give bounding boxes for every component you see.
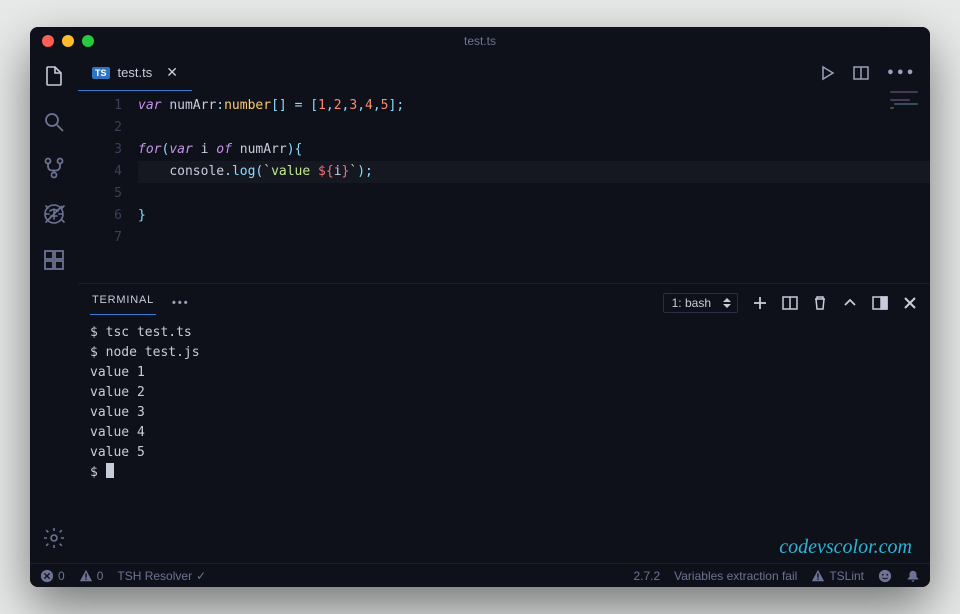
terminal-line: value 3 bbox=[90, 405, 145, 420]
editor-window: test.ts bbox=[30, 27, 930, 587]
line-number: 4 bbox=[78, 161, 122, 183]
line-number: 2 bbox=[78, 117, 122, 139]
more-actions-icon[interactable]: ••• bbox=[887, 66, 916, 81]
status-message[interactable]: Variables extraction fail bbox=[674, 569, 797, 583]
terminal-output[interactable]: $ tsc test.ts $ node test.js value 1 val… bbox=[78, 315, 930, 563]
line-number: 6 bbox=[78, 205, 122, 227]
status-warnings[interactable]: 0 bbox=[79, 569, 104, 583]
main-area: TS test.ts ✕ ••• 1 2 bbox=[78, 55, 930, 563]
code-editor[interactable]: 1 2 3 4 5 6 7 var numArr:number[] = [1,2… bbox=[78, 91, 930, 283]
window-body: TS test.ts ✕ ••• 1 2 bbox=[30, 55, 930, 563]
maximize-panel-icon[interactable] bbox=[842, 295, 858, 311]
status-tslint[interactable]: TSLint bbox=[811, 569, 864, 583]
status-version[interactable]: 2.7.2 bbox=[633, 569, 660, 583]
editor-actions: ••• bbox=[819, 55, 930, 91]
window-title: test.ts bbox=[30, 34, 930, 48]
status-feedback-icon[interactable] bbox=[878, 569, 892, 583]
status-notifications-icon[interactable] bbox=[906, 569, 920, 583]
tab-filename: test.ts bbox=[118, 65, 153, 80]
terminal-line: value 4 bbox=[90, 425, 145, 440]
close-panel-icon[interactable] bbox=[902, 295, 918, 311]
status-errors[interactable]: 0 bbox=[40, 569, 65, 583]
source-control-icon[interactable] bbox=[41, 155, 67, 181]
terminal-cursor bbox=[106, 463, 114, 478]
line-number: 7 bbox=[78, 227, 122, 249]
terminal-line: $ node test.js bbox=[90, 345, 200, 360]
terminal-line: value 1 bbox=[90, 365, 145, 380]
terminal-tab[interactable]: TERMINAL bbox=[90, 290, 156, 315]
status-tsh-resolver[interactable]: TSH Resolver ✓ bbox=[117, 569, 206, 583]
kill-terminal-icon[interactable] bbox=[812, 295, 828, 311]
terminal-line: $ tsc test.ts bbox=[90, 325, 192, 340]
activity-bar bbox=[30, 55, 78, 563]
search-icon[interactable] bbox=[41, 109, 67, 135]
tab-bar: TS test.ts ✕ ••• bbox=[78, 55, 930, 91]
panel-more-tabs-icon[interactable]: ••• bbox=[172, 297, 190, 309]
toggle-panel-icon[interactable] bbox=[872, 295, 888, 311]
titlebar: test.ts bbox=[30, 27, 930, 55]
code-content[interactable]: var numArr:number[] = [1,2,3,4,5]; for(v… bbox=[138, 95, 930, 271]
watermark: codevscolor.com bbox=[779, 537, 912, 557]
new-terminal-icon[interactable] bbox=[752, 295, 768, 311]
line-number-gutter: 1 2 3 4 5 6 7 bbox=[78, 95, 138, 271]
debug-icon[interactable] bbox=[41, 201, 67, 227]
settings-icon[interactable] bbox=[41, 525, 67, 551]
line-number: 5 bbox=[78, 183, 122, 205]
split-terminal-icon[interactable] bbox=[782, 295, 798, 311]
typescript-file-icon: TS bbox=[92, 67, 110, 79]
status-bar: 0 0 TSH Resolver ✓ 2.7.2 Variables extra… bbox=[30, 563, 930, 587]
panel-tab-bar: TERMINAL ••• 1: bash bbox=[78, 284, 930, 315]
minimap[interactable] bbox=[890, 91, 930, 151]
explorer-icon[interactable] bbox=[41, 63, 67, 89]
terminal-prompt: $ bbox=[90, 465, 106, 480]
bottom-panel: TERMINAL ••• 1: bash $ tsc test.ts $ nod… bbox=[78, 283, 930, 563]
tab-test-ts[interactable]: TS test.ts ✕ bbox=[78, 55, 192, 91]
extensions-icon[interactable] bbox=[41, 247, 67, 273]
terminal-line: value 2 bbox=[90, 385, 145, 400]
run-icon[interactable] bbox=[819, 65, 835, 81]
line-number: 1 bbox=[78, 95, 122, 117]
split-editor-icon[interactable] bbox=[853, 65, 869, 81]
terminal-selector[interactable]: 1: bash bbox=[663, 293, 738, 313]
close-tab-icon[interactable]: ✕ bbox=[166, 64, 178, 81]
line-number: 3 bbox=[78, 139, 122, 161]
terminal-line: value 5 bbox=[90, 445, 145, 460]
